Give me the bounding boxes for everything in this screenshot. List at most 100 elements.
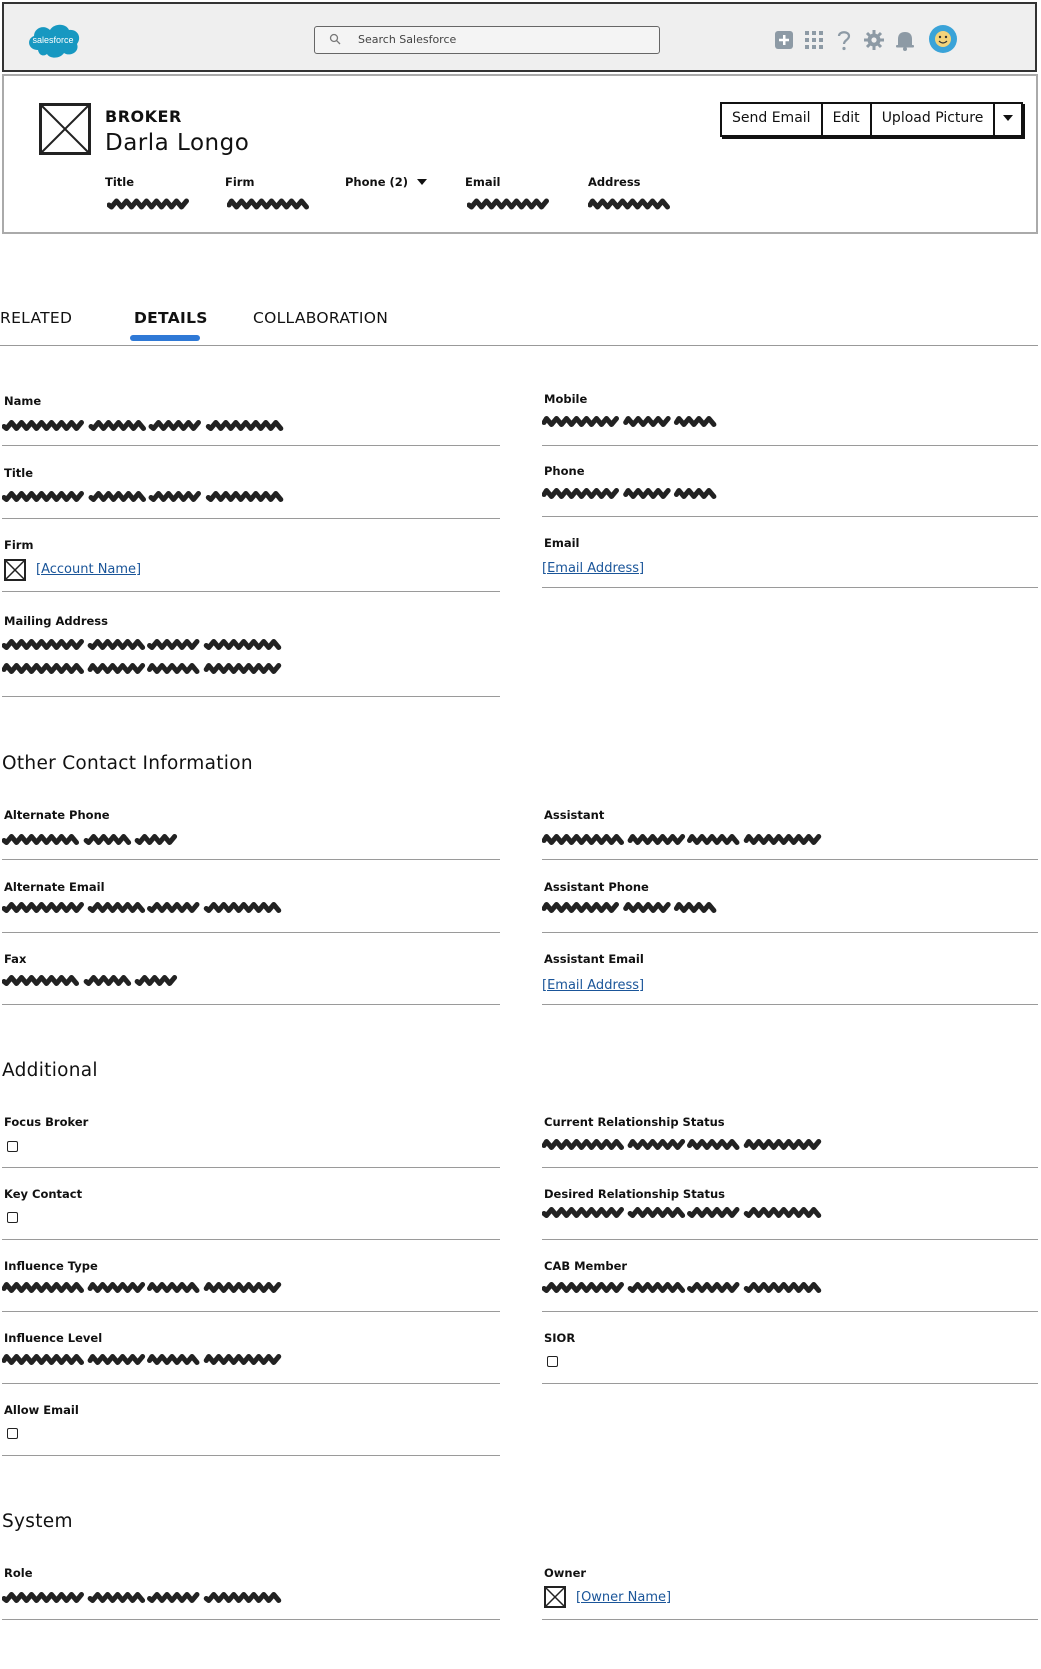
header-field-firm-label: Firm bbox=[225, 175, 255, 189]
add-icon[interactable] bbox=[772, 28, 796, 52]
field-label-role: Role bbox=[4, 1566, 33, 1580]
field-label-assistant: Assistant bbox=[544, 808, 605, 822]
salesforce-logo[interactable]: salesforce bbox=[24, 20, 82, 62]
upload-picture-button[interactable]: Upload Picture bbox=[871, 104, 996, 135]
global-search-input[interactable]: Search Salesforce bbox=[314, 26, 660, 54]
field-label-phone: Phone bbox=[544, 464, 585, 478]
field-divider bbox=[542, 859, 1038, 860]
search-icon bbox=[329, 33, 341, 45]
field-label-desired-relationship-status: Desired Relationship Status bbox=[544, 1187, 726, 1201]
header-field-address-label: Address bbox=[588, 175, 641, 189]
field-divider bbox=[2, 1167, 500, 1168]
global-header: salesforce Search Salesforce bbox=[2, 2, 1037, 72]
field-value-influence-type-redacted bbox=[2, 1282, 282, 1293]
field-divider bbox=[542, 1311, 1038, 1312]
field-divider bbox=[2, 696, 500, 697]
field-value-alternate-email-redacted bbox=[2, 902, 282, 913]
field-divider bbox=[2, 1383, 500, 1384]
sior-checkbox[interactable] bbox=[547, 1356, 558, 1367]
field-value-fax-redacted bbox=[2, 975, 178, 986]
record-object-type: BROKER bbox=[105, 107, 182, 126]
section-heading-additional: Additional bbox=[2, 1060, 98, 1081]
field-value-current-relationship-status-redacted bbox=[542, 1139, 822, 1150]
record-image-placeholder-icon bbox=[39, 103, 91, 155]
field-value-mobile-redacted bbox=[542, 416, 717, 427]
owner-name-link[interactable]: [Owner Name] bbox=[576, 1590, 671, 1605]
field-label-fax: Fax bbox=[4, 952, 27, 966]
field-label-influence-type: Influence Type bbox=[4, 1259, 98, 1273]
field-divider bbox=[2, 445, 500, 446]
record-name: Darla Longo bbox=[105, 130, 250, 156]
send-email-button[interactable]: Send Email bbox=[722, 104, 823, 135]
tabs-divider bbox=[0, 345, 1038, 346]
tab-details[interactable]: DETAILS bbox=[134, 309, 208, 327]
more-actions-button[interactable] bbox=[995, 104, 1022, 135]
field-divider bbox=[542, 1239, 1038, 1240]
field-divider bbox=[2, 932, 500, 933]
field-value-name-redacted bbox=[2, 420, 284, 431]
field-label-mailing-address: Mailing Address bbox=[4, 614, 108, 628]
field-divider bbox=[2, 518, 500, 519]
field-label-allow-email: Allow Email bbox=[4, 1403, 79, 1417]
field-label-name: Name bbox=[4, 394, 42, 408]
field-label-cab-member: CAB Member bbox=[544, 1259, 628, 1273]
assistant-email-link[interactable]: [Email Address] bbox=[542, 978, 644, 993]
field-value-cab-member-redacted bbox=[542, 1282, 822, 1293]
tab-related[interactable]: RELATED bbox=[0, 309, 72, 327]
field-value-desired-relationship-status-redacted bbox=[542, 1207, 822, 1218]
focus-broker-checkbox[interactable] bbox=[7, 1141, 18, 1152]
field-divider bbox=[542, 587, 1038, 588]
phone-dropdown-chevron-icon[interactable] bbox=[417, 178, 428, 186]
field-divider bbox=[2, 1619, 500, 1620]
user-avatar-icon[interactable] bbox=[928, 24, 958, 54]
edit-button[interactable]: Edit bbox=[822, 104, 872, 135]
firm-account-link[interactable]: [Account Name] bbox=[36, 562, 141, 577]
field-divider bbox=[542, 932, 1038, 933]
key-contact-checkbox[interactable] bbox=[7, 1212, 18, 1223]
field-divider bbox=[542, 1619, 1038, 1620]
header-firm-value-redacted bbox=[227, 198, 309, 210]
field-divider bbox=[542, 1167, 1038, 1168]
field-label-current-relationship-status: Current Relationship Status bbox=[544, 1115, 725, 1129]
field-value-assistant-redacted bbox=[542, 834, 822, 845]
field-divider bbox=[542, 1004, 1038, 1005]
tab-collaboration[interactable]: COLLABORATION bbox=[253, 309, 388, 327]
header-field-phone-text: Phone (2) bbox=[345, 175, 409, 189]
help-icon[interactable] bbox=[832, 28, 856, 52]
section-heading-system: System bbox=[2, 1511, 73, 1532]
field-label-influence-level: Influence Level bbox=[4, 1331, 103, 1345]
field-label-owner: Owner bbox=[544, 1566, 587, 1580]
field-divider bbox=[2, 591, 500, 592]
account-image-placeholder-icon bbox=[4, 559, 26, 581]
field-label-key-contact: Key Contact bbox=[4, 1187, 83, 1201]
field-label-assistant-email: Assistant Email bbox=[544, 952, 644, 966]
field-divider bbox=[2, 1311, 500, 1312]
field-label-email: Email bbox=[544, 536, 580, 550]
field-divider bbox=[2, 1239, 500, 1240]
field-value-mailing-address-line1-redacted bbox=[2, 639, 282, 650]
field-label-firm: Firm bbox=[4, 538, 34, 552]
header-field-phone-label[interactable]: Phone (2) bbox=[345, 175, 428, 189]
field-label-focus-broker: Focus Broker bbox=[4, 1115, 89, 1129]
notifications-bell-icon[interactable] bbox=[893, 28, 917, 52]
field-label-alternate-email: Alternate Email bbox=[4, 880, 105, 894]
field-value-title-redacted bbox=[2, 491, 284, 502]
setup-gear-icon[interactable] bbox=[862, 28, 886, 52]
header-title-value-redacted bbox=[107, 198, 189, 210]
more-actions-chevron-icon bbox=[1003, 115, 1014, 121]
field-label-assistant-phone: Assistant Phone bbox=[544, 880, 649, 894]
allow-email-checkbox[interactable] bbox=[7, 1428, 18, 1439]
field-label-title: Title bbox=[4, 466, 34, 480]
record-actions-button-group: Send Email Edit Upload Picture bbox=[720, 102, 1024, 137]
email-link[interactable]: [Email Address] bbox=[542, 561, 644, 576]
field-value-phone-redacted bbox=[542, 488, 717, 499]
field-label-alternate-phone: Alternate Phone bbox=[4, 808, 110, 822]
record-header: BROKER Darla Longo Title Firm Phone (2) … bbox=[2, 74, 1038, 234]
header-email-value-redacted bbox=[467, 198, 549, 210]
app-launcher-icon[interactable] bbox=[802, 28, 826, 52]
header-address-value-redacted bbox=[588, 198, 670, 210]
search-placeholder: Search Salesforce bbox=[358, 33, 457, 46]
header-field-title-label: Title bbox=[105, 175, 135, 189]
owner-image-placeholder-icon bbox=[544, 1586, 566, 1608]
field-value-role-redacted bbox=[2, 1592, 282, 1603]
